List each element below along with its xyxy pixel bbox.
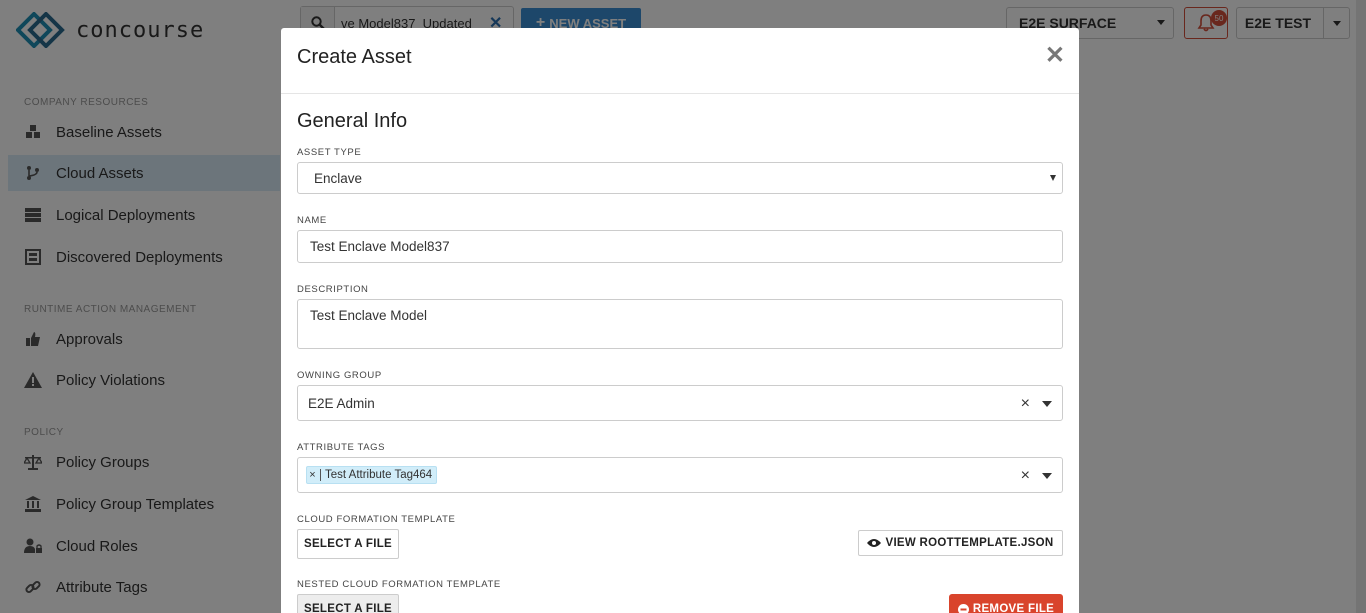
section-title: General Info xyxy=(297,110,408,132)
modal-header: Create Asset ✕ xyxy=(281,28,1079,94)
clear-icon[interactable]: × xyxy=(1021,467,1030,485)
asset-type-select[interactable]: Enclave xyxy=(297,162,1063,194)
owning-group-label: OWNING GROUP xyxy=(297,370,382,381)
view-template-label: VIEW ROOTTEMPLATE.JSON xyxy=(885,537,1054,549)
eye-icon xyxy=(867,539,882,547)
cloud-formation-label: CLOUD FORMATION TEMPLATE xyxy=(297,514,456,525)
attribute-tag-chip: × Test Attribute Tag464 xyxy=(306,466,438,484)
owning-group-value: E2E Admin xyxy=(308,395,375,411)
select-file-label: SELECT A FILE xyxy=(303,538,393,550)
chevron-down-icon[interactable] xyxy=(1042,473,1052,479)
remove-tag-icon[interactable]: × xyxy=(307,469,321,481)
name-field[interactable]: Test Enclave Model837 xyxy=(297,230,1063,263)
select-file-label: SELECT A FILE xyxy=(303,603,393,613)
nested-cloud-formation-label: NESTED CLOUD FORMATION TEMPLATE xyxy=(297,579,501,590)
attribute-tags-label: ATTRIBUTE TAGS xyxy=(297,442,386,453)
attribute-tags-select[interactable]: × Test Attribute Tag464 × xyxy=(297,457,1063,493)
caret-down-icon xyxy=(1050,175,1056,181)
name-value: Test Enclave Model837 xyxy=(310,239,450,254)
modal-title: Create Asset xyxy=(297,46,412,68)
asset-type-value: Enclave xyxy=(314,170,363,186)
create-asset-modal: Create Asset ✕ General Info ASSET TYPE E… xyxy=(281,28,1079,613)
nested-select-file-button[interactable]: SELECT A FILE xyxy=(297,594,399,613)
view-template-button[interactable]: VIEW ROOTTEMPLATE.JSON xyxy=(858,530,1063,556)
minus-circle-icon xyxy=(957,603,969,613)
name-label: NAME xyxy=(297,215,327,226)
clear-icon[interactable]: × xyxy=(1021,395,1030,413)
remove-file-button[interactable]: REMOVE FILE xyxy=(949,594,1063,613)
chevron-down-icon[interactable] xyxy=(1042,401,1052,407)
close-icon[interactable]: ✕ xyxy=(1045,44,1065,68)
tag-label: Test Attribute Tag464 xyxy=(325,469,433,481)
description-field[interactable]: Test Enclave Model xyxy=(297,299,1063,349)
remove-file-label: REMOVE FILE xyxy=(972,603,1055,613)
owning-group-select[interactable]: E2E Admin × xyxy=(297,385,1063,421)
asset-type-label: ASSET TYPE xyxy=(297,147,362,158)
description-value: Test Enclave Model xyxy=(310,308,428,323)
description-label: DESCRIPTION xyxy=(297,284,369,295)
select-file-button[interactable]: SELECT A FILE xyxy=(297,529,399,559)
